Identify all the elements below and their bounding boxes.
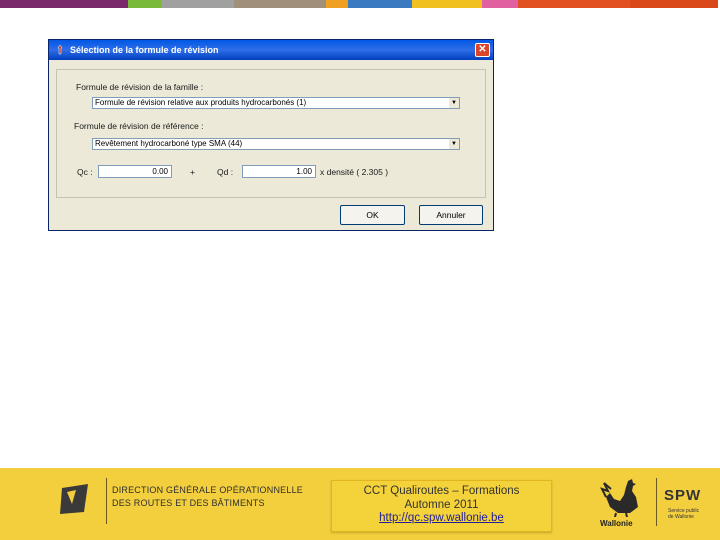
- cancel-button[interactable]: Annuler: [419, 205, 483, 225]
- ok-button[interactable]: OK: [340, 205, 405, 225]
- strip-segment: [128, 0, 162, 8]
- density-text: x densité ( 2.305 ): [320, 167, 389, 177]
- qd-input[interactable]: 1.00: [242, 165, 316, 178]
- reference-formula-select[interactable]: Revêtement hydrocarboné type SMA (44) ▼: [92, 138, 460, 150]
- cct-info-box: CCT Qualiroutes – Formations Automne 201…: [331, 480, 552, 532]
- reference-formula-value: Revêtement hydrocarboné type SMA (44): [95, 139, 243, 148]
- spw-subtitle-line2: de Wallonie: [668, 514, 694, 520]
- top-color-strip: [0, 0, 720, 8]
- footer-separator: [656, 478, 657, 526]
- dialog-titlebar[interactable]: Sélection de la formule de révision ✕: [49, 40, 493, 60]
- revision-formula-dialog: Sélection de la formule de révision ✕ Fo…: [48, 39, 494, 231]
- dg-title-line1: DIRECTION GÉNÉRALE OPÉRATIONNELLE: [112, 485, 303, 495]
- strip-segment: [630, 0, 718, 8]
- close-icon: ✕: [478, 44, 487, 55]
- dialog-title: Sélection de la formule de révision: [70, 45, 219, 55]
- qc-label: Qc :: [77, 167, 93, 177]
- strip-segment: [518, 0, 630, 8]
- qc-input[interactable]: 0.00: [98, 165, 172, 178]
- wallonie-label: Wallonie: [600, 519, 633, 528]
- strip-segment: [234, 0, 326, 8]
- cct-title: CCT Qualiroutes – Formations: [363, 485, 520, 497]
- close-button[interactable]: ✕: [475, 43, 490, 57]
- dropdown-arrow-icon[interactable]: ▼: [449, 139, 459, 149]
- strip-segment: [482, 0, 518, 8]
- spw-subtitle: Service public de Wallonie: [668, 508, 699, 520]
- strip-segment: [412, 0, 482, 8]
- rooster-icon: [600, 479, 638, 517]
- family-formula-select[interactable]: Formule de révision relative aux produit…: [92, 97, 460, 109]
- strip-segment: [162, 0, 234, 8]
- cct-season: Automne 2011: [404, 498, 479, 511]
- dg-title: DIRECTION GÉNÉRALE OPÉRATIONNELLE DES RO…: [112, 484, 303, 510]
- strip-segment: [326, 0, 348, 8]
- app-icon: [57, 45, 63, 55]
- qd-label: Qd :: [217, 167, 234, 177]
- footer-separator: [106, 478, 107, 524]
- dgo1-logo: [60, 484, 88, 514]
- strip-segment: [348, 0, 412, 8]
- spw-logo: SPW: [664, 487, 702, 504]
- reference-formula-label: Formule de révision de référence :: [74, 121, 204, 131]
- dropdown-arrow-icon[interactable]: ▼: [449, 98, 459, 108]
- family-formula-label: Formule de révision de la famille :: [76, 82, 204, 92]
- strip-segment: [0, 0, 128, 8]
- plus-sign: +: [190, 167, 195, 177]
- family-formula-value: Formule de révision relative aux produit…: [95, 98, 307, 107]
- dg-title-line2: DES ROUTES ET DES BÂTIMENTS: [112, 498, 265, 508]
- cct-link[interactable]: http://qc.spw.wallonie.be: [332, 512, 551, 526]
